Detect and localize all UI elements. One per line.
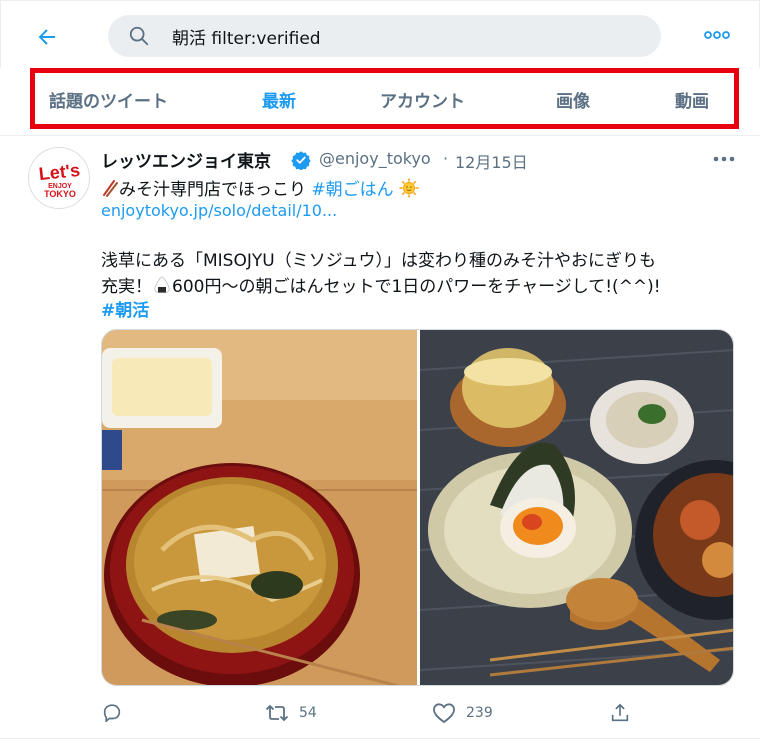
tweet-text: 600円～の朝ごはんセットで1日のパワーをチャージして!(^^)! — [172, 277, 661, 297]
verified-icon — [291, 151, 311, 170]
more-options-button[interactable] — [701, 23, 733, 47]
svg-text:Let's: Let's — [38, 160, 81, 184]
tab-top-tweets[interactable]: 話題のツイート — [49, 87, 168, 113]
tab-accounts[interactable]: アカウント — [380, 87, 465, 113]
tab-videos[interactable]: 動画 — [675, 87, 709, 113]
tweet-media — [101, 329, 734, 686]
sun-emoji-icon — [399, 178, 419, 198]
tweet-actions: 54 239 — [101, 700, 734, 728]
svg-text:TOKYO: TOKYO — [44, 189, 76, 199]
like-button[interactable]: 239 — [432, 700, 493, 726]
onigiri-emoji-icon — [154, 276, 170, 293]
back-arrow-icon — [38, 29, 55, 45]
chopsticks-icon — [103, 180, 118, 197]
article-link[interactable]: enjoytokyo.jp/solo/detail/10... — [101, 201, 337, 220]
retweet-count: 54 — [299, 705, 317, 721]
tweet-body-line2: 充実！ 600円～の朝ごはんセットで1日のパワーをチャージして!(^^)! — [101, 272, 661, 297]
retweet-icon — [265, 704, 289, 722]
tab-images[interactable]: 画像 — [556, 87, 590, 113]
search-box[interactable] — [108, 15, 661, 57]
separator-dot: · — [443, 149, 449, 168]
tweet-text-line1: みそ汁専門店でほっこり #朝ごはん — [101, 175, 419, 200]
tweet-more-button[interactable] — [711, 150, 737, 168]
tab-latest[interactable]: 最新 — [262, 87, 296, 113]
more-icon — [704, 31, 730, 39]
top-bar — [0, 0, 760, 68]
back-button[interactable] — [31, 21, 63, 53]
author-name[interactable]: レッツエンジョイ東京 — [101, 147, 271, 172]
reply-button[interactable] — [101, 700, 123, 726]
search-input[interactable] — [172, 24, 642, 48]
share-button[interactable] — [609, 700, 631, 726]
share-icon — [611, 703, 629, 722]
hashtag-link[interactable]: #朝活 — [101, 296, 149, 321]
search-icon — [129, 26, 149, 46]
hashtag-link[interactable]: #朝ごはん — [311, 180, 393, 200]
tweet-body-line1: 浅草にある「MISOJYU（ミソジュウ）」は変わり種のみそ汁やおにぎりも — [101, 251, 657, 271]
divider — [0, 738, 760, 739]
retweet-button[interactable]: 54 — [265, 700, 317, 726]
like-icon — [433, 703, 455, 724]
more-icon — [713, 156, 735, 162]
reply-icon — [103, 704, 121, 723]
tweet-text: みそ汁専門店でほっこり — [119, 180, 312, 200]
tweet-text: 充実！ — [101, 277, 152, 297]
search-tabs: 話題のツイート 最新 アカウント 画像 動画 — [30, 68, 739, 129]
tweet-date[interactable]: 12月15日 — [455, 149, 528, 173]
like-count: 239 — [466, 705, 493, 721]
author-handle[interactable]: @enjoy_tokyo — [319, 149, 431, 168]
miso-soup-photo[interactable] — [102, 330, 417, 686]
avatar[interactable]: Let's ENJOY TOKYO — [28, 147, 90, 209]
lets-enjoy-tokyo-logo: Let's ENJOY TOKYO — [38, 160, 81, 199]
breakfast-set-photo[interactable] — [420, 330, 734, 686]
divider — [0, 135, 760, 136]
